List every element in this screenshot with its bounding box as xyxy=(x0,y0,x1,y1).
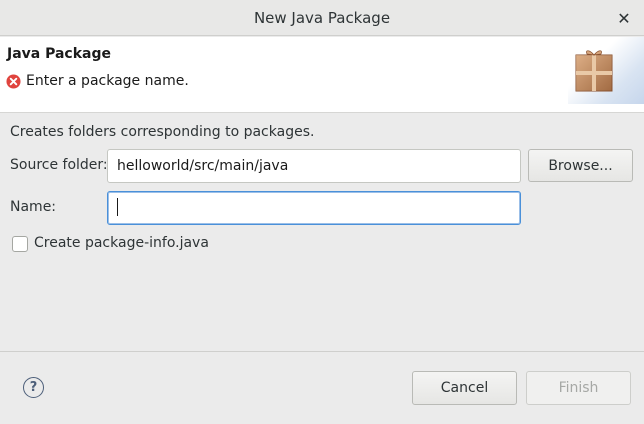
name-label: Name: xyxy=(10,199,57,215)
package-name-input[interactable] xyxy=(107,191,521,225)
wizard-banner: Java Package Enter a package name. xyxy=(0,37,644,113)
error-icon xyxy=(6,73,21,89)
create-package-info-checkbox[interactable] xyxy=(12,236,28,252)
title-bar: New Java Package ✕ xyxy=(0,0,644,36)
footer-separator xyxy=(0,351,644,352)
create-package-info-label[interactable]: Create package-info.java xyxy=(34,235,209,251)
cancel-button[interactable]: Cancel xyxy=(412,371,517,405)
close-icon[interactable]: ✕ xyxy=(614,8,634,28)
banner-heading: Java Package xyxy=(7,46,112,62)
banner-message: Enter a package name. xyxy=(26,73,189,89)
wizard-description: Creates folders corresponding to package… xyxy=(10,124,315,140)
banner-message-row: Enter a package name. xyxy=(6,73,189,89)
window-title: New Java Package xyxy=(253,8,391,27)
text-caret xyxy=(117,198,118,216)
source-folder-label: Source folder: xyxy=(10,157,108,173)
source-folder-input[interactable] xyxy=(107,149,521,183)
finish-button[interactable]: Finish xyxy=(526,371,631,405)
help-icon[interactable]: ? xyxy=(23,377,44,398)
package-icon xyxy=(575,50,613,92)
new-java-package-dialog: New Java Package ✕ Java Package Enter a … xyxy=(0,0,644,424)
browse-button[interactable]: Browse... xyxy=(528,149,633,182)
